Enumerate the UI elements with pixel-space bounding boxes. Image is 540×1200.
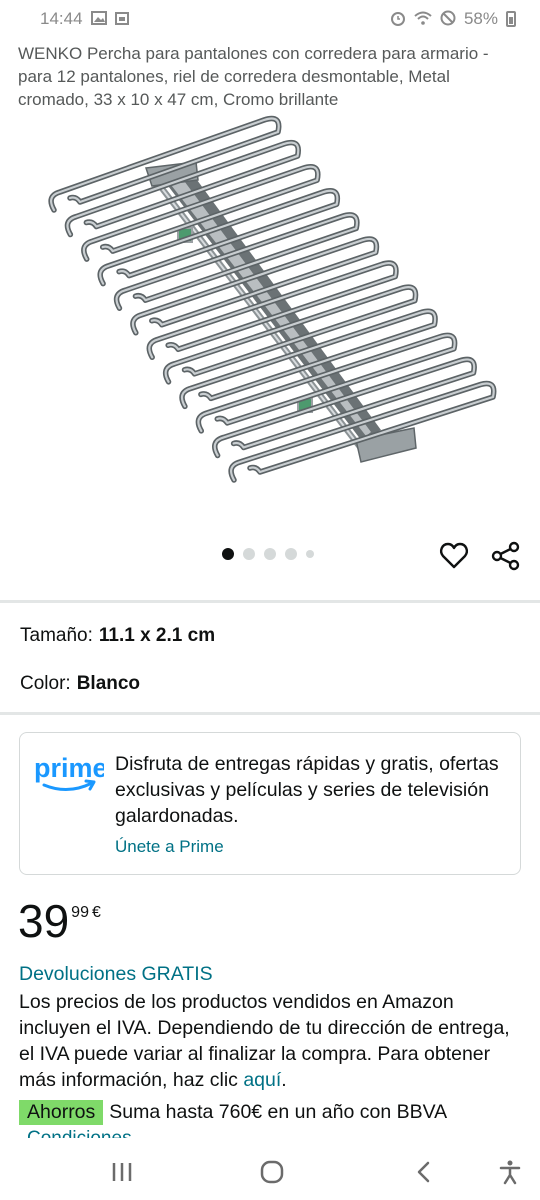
carousel-dot-3[interactable] — [264, 548, 276, 560]
carousel-dot-2[interactable] — [243, 548, 255, 560]
savings-badge: Ahorros — [19, 1100, 104, 1125]
size-label: Tamaño: — [20, 625, 93, 646]
recent-apps-button[interactable] — [108, 1158, 136, 1186]
battery-percent: 58% — [463, 9, 498, 28]
prime-logo: prime — [34, 753, 104, 791]
battery-icon — [506, 11, 516, 27]
price: 39 99 € — [18, 895, 101, 947]
divider — [0, 712, 540, 715]
tax-info: Los precios de los productos vendidos en… — [19, 989, 519, 1093]
color-label: Color: — [20, 673, 71, 694]
home-button[interactable] — [258, 1158, 286, 1186]
price-whole: 39 — [18, 895, 70, 947]
free-returns-link[interactable]: Devoluciones GRATIS — [19, 963, 213, 986]
color-value: Blanco — [76, 673, 141, 694]
accessibility-icon — [499, 1160, 521, 1185]
heart-icon — [440, 542, 468, 569]
tax-text-end: . — [281, 1069, 287, 1091]
prime-logo-text: prime — [34, 753, 104, 783]
gallery-icon — [90, 10, 107, 28]
savings-offer[interactable]: Ahorros Suma hasta 760€ en un año con BB… — [19, 1100, 447, 1125]
share-icon — [491, 541, 520, 571]
status-time: 14:44 — [40, 9, 83, 28]
back-button[interactable] — [410, 1158, 438, 1186]
size-value: 11.1 x 2.1 cm — [98, 625, 216, 646]
system-nav-bar — [0, 1140, 540, 1200]
join-prime-link[interactable]: Únete a Prime — [115, 837, 224, 857]
conditions-link[interactable]: Condiciones — [27, 1126, 132, 1138]
savings-text: Suma hasta 760€ en un año con BBVA — [109, 1101, 448, 1123]
home-icon — [260, 1160, 284, 1184]
prime-promo-card[interactable]: prime Disfruta de entregas rápidas y gra… — [19, 732, 521, 875]
product-title[interactable]: WENKO Percha para pantalones con correde… — [18, 42, 524, 111]
tax-info-link[interactable]: aquí — [243, 1069, 281, 1091]
calendar-icon — [114, 11, 129, 28]
carousel-dot-4[interactable] — [285, 548, 297, 560]
image-carousel-dots[interactable] — [222, 548, 314, 560]
alarm-icon — [390, 10, 406, 29]
carousel-dot-1[interactable] — [222, 548, 234, 560]
size-variation[interactable]: Tamaño: 11.1 x 2.1 cm — [20, 625, 215, 647]
recent-apps-icon — [112, 1163, 132, 1181]
status-right: 58% — [390, 9, 516, 29]
accessibility-button[interactable] — [496, 1158, 524, 1186]
wifi-icon — [414, 11, 432, 28]
carousel-dot-5[interactable] — [306, 550, 314, 558]
color-variation[interactable]: Color: Blanco — [20, 673, 140, 695]
wishlist-button[interactable] — [438, 540, 470, 572]
divider — [0, 600, 540, 603]
hanger-rods — [48, 115, 497, 483]
price-fraction: 99 — [71, 904, 89, 921]
price-currency: € — [91, 904, 101, 921]
back-icon — [417, 1161, 430, 1183]
share-button[interactable] — [490, 540, 522, 572]
status-bar: 14:44 58% — [0, 0, 540, 38]
product-image[interactable] — [36, 110, 506, 510]
prime-description: Disfruta de entregas rápidas y gratis, o… — [115, 753, 499, 827]
status-left: 14:44 — [40, 9, 129, 29]
do-not-disturb-icon — [440, 10, 456, 29]
